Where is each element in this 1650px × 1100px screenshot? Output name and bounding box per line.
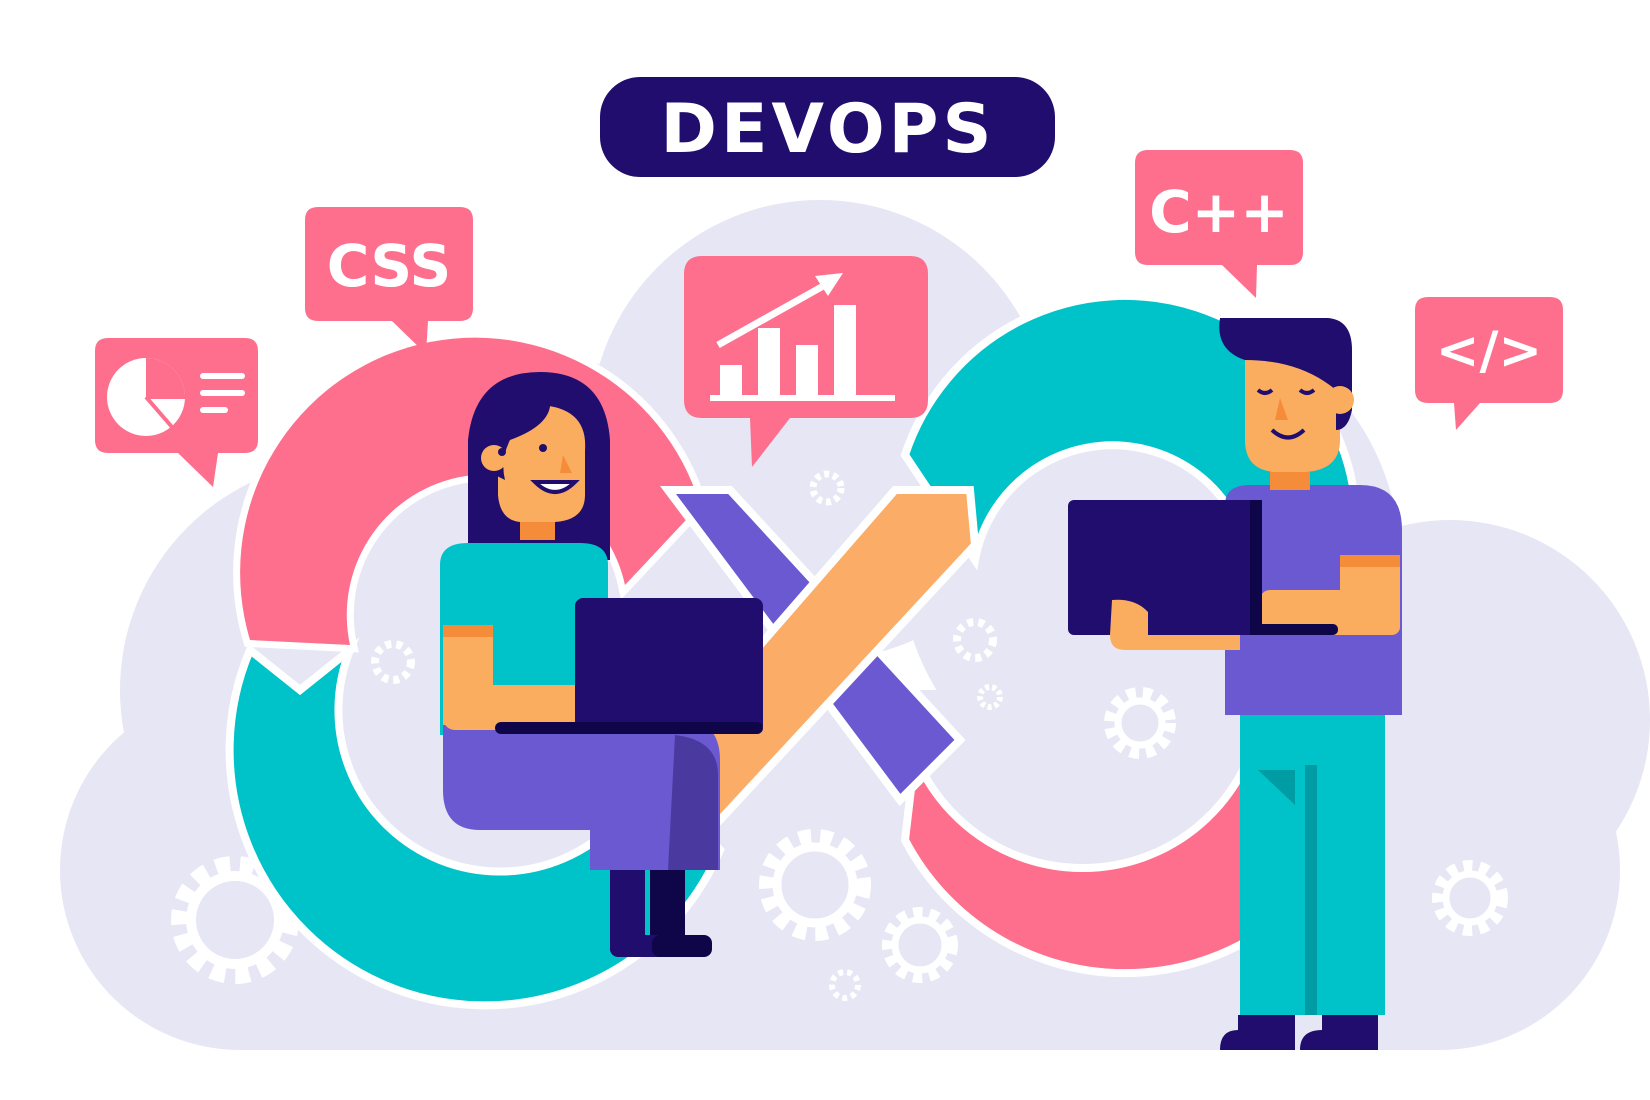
css-bubble: CSS [305,207,473,354]
code-label: </> [1436,321,1542,381]
code-bubble: </> [1415,297,1563,430]
page-title: DEVOPS [661,90,996,169]
cpp-bubble: C++ [1135,150,1303,298]
pie-chart-bubble [95,338,258,487]
css-label: CSS [327,232,452,300]
title-banner: DEVOPS [600,77,1055,177]
cpp-label: C++ [1149,178,1289,246]
devops-illustration: DEVOPS CSS C++ </> [60,77,1650,1050]
